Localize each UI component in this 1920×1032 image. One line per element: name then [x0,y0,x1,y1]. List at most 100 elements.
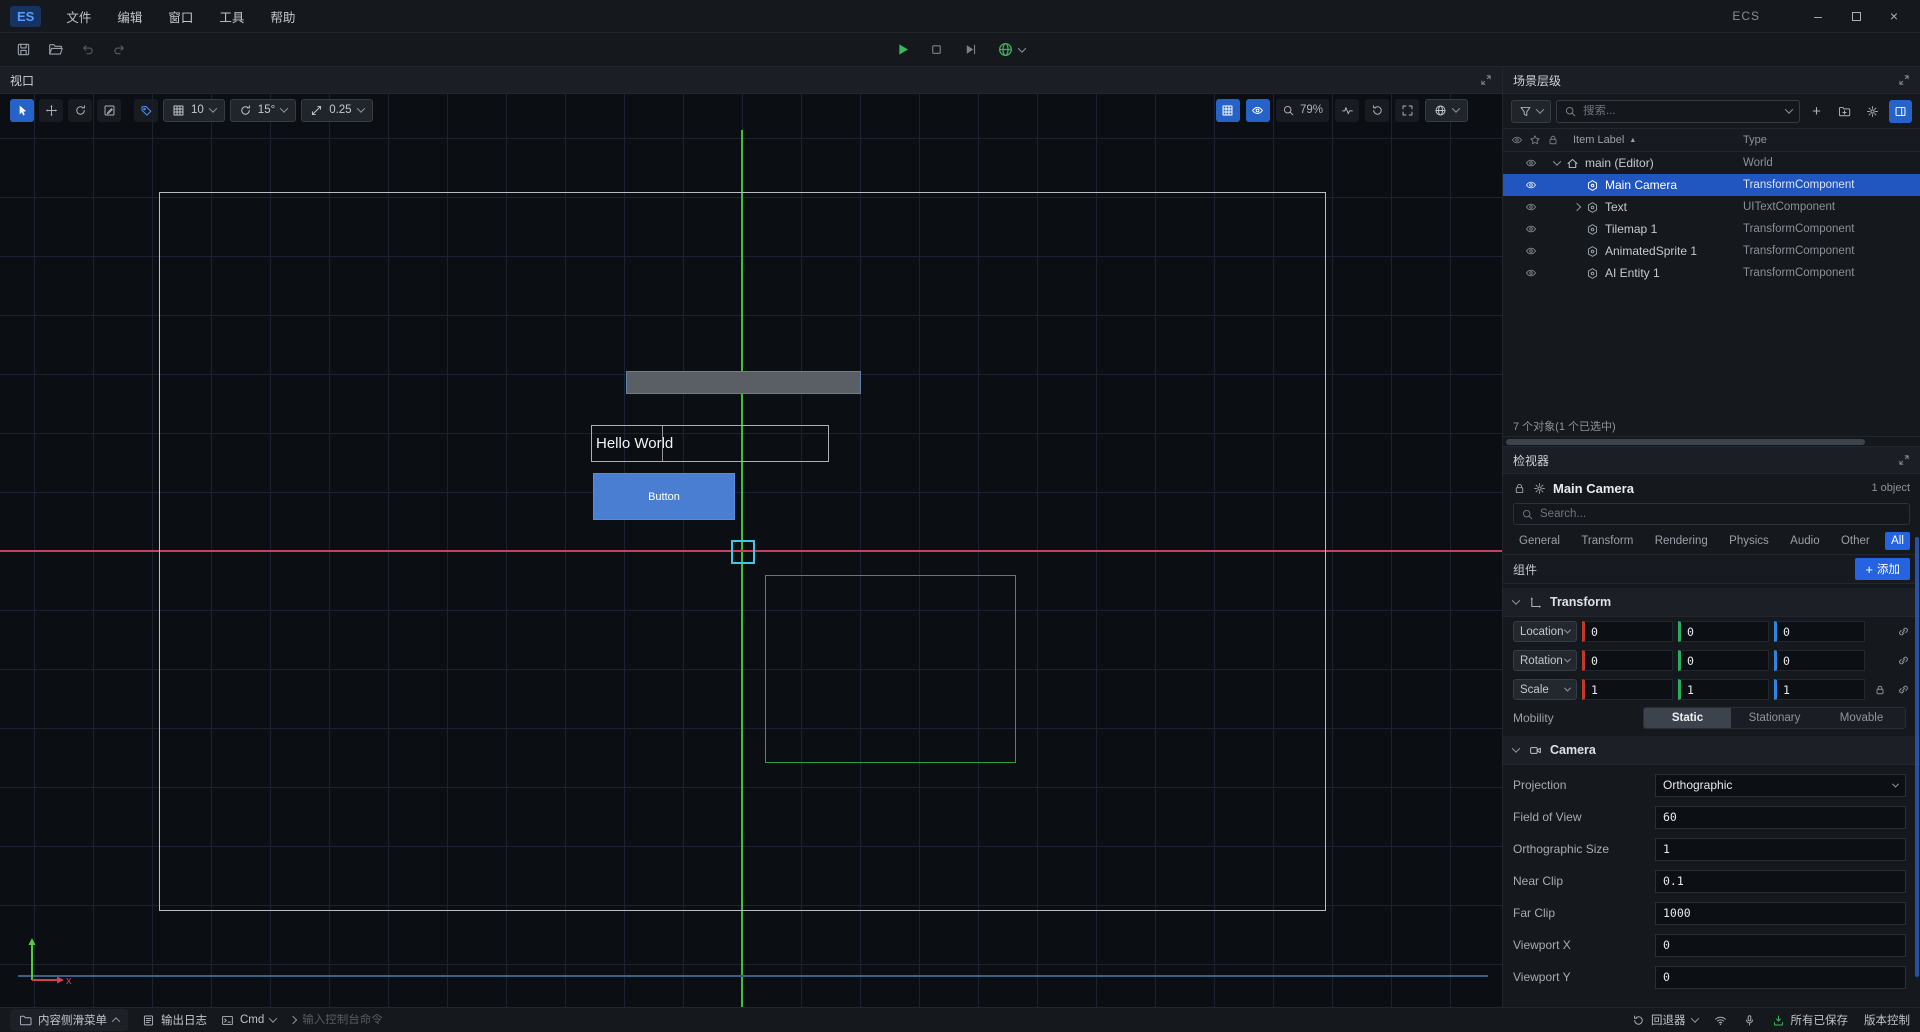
scrollbar-thumb[interactable] [1506,439,1865,445]
menu-window[interactable]: 窗口 [155,2,206,31]
stats-button[interactable] [1335,99,1359,122]
tree-row-ai-entity[interactable]: AI Entity 1 TransformComponent [1503,262,1920,284]
rotation-z-input[interactable] [1774,650,1865,671]
maximize-button[interactable] [1840,4,1872,28]
visibility-column-icon[interactable] [1511,134,1523,146]
content-drawer-button[interactable]: 内容侧滑菜单 [10,1009,128,1031]
fullscreen-button[interactable] [1395,99,1419,122]
tab-general[interactable]: General [1513,532,1566,550]
network-globe-button[interactable] [991,38,1031,62]
rotation-y-input[interactable] [1678,650,1769,671]
console-command-field[interactable] [290,1014,482,1026]
hierarchy-settings-button[interactable] [1861,100,1884,123]
mobility-movable[interactable]: Movable [1818,708,1905,728]
hierarchy-search-input[interactable] [1583,105,1780,117]
location-z-input[interactable] [1774,621,1865,642]
move-tool-button[interactable] [39,99,63,122]
item-label-column[interactable]: Item Label▲ [1573,134,1636,146]
type-column[interactable]: Type [1743,134,1767,146]
console-command-input[interactable] [302,1014,482,1026]
selection-pivot[interactable] [731,540,755,564]
version-control-button[interactable]: 版本控制 [1864,1012,1910,1028]
open-folder-button[interactable] [42,38,68,62]
world-globe-dropdown[interactable] [1425,99,1468,122]
play-button[interactable] [889,38,915,62]
tab-rendering[interactable]: Rendering [1649,532,1714,550]
reset-view-button[interactable] [1365,99,1389,122]
minimize-button[interactable]: – [1802,4,1834,28]
tab-audio[interactable]: Audio [1784,532,1825,550]
mobility-stationary[interactable]: Stationary [1731,708,1818,728]
visibility-eye-icon[interactable] [1525,157,1537,169]
sidebar-vertical-scrollbar[interactable] [1914,67,1920,1007]
menu-file[interactable]: 文件 [53,2,104,31]
far-clip-input[interactable] [1655,902,1906,925]
projection-select[interactable]: Orthographic [1655,774,1906,797]
tree-row-animatedsprite[interactable]: AnimatedSprite 1 TransformComponent [1503,240,1920,262]
scale-y-input[interactable] [1678,679,1769,700]
expand-panel-icon[interactable] [1898,74,1910,86]
visibility-toggle-button[interactable] [1246,99,1270,122]
rollback-dropdown[interactable]: 回退器 [1632,1012,1698,1028]
hierarchy-horizontal-scrollbar[interactable] [1503,436,1920,446]
tree-row-main-camera[interactable]: Main Camera TransformComponent [1503,174,1920,196]
add-entity-button[interactable]: + [1805,100,1828,123]
link-icon[interactable] [1897,654,1910,667]
text-widget[interactable]: Hello World [591,425,829,462]
button-widget[interactable]: Button [593,473,735,520]
scale-z-input[interactable] [1774,679,1865,700]
orthographic-size-input[interactable] [1655,838,1906,861]
tab-other[interactable]: Other [1835,532,1876,550]
zoom-indicator[interactable]: 79% [1276,99,1329,122]
tree-row-tilemap[interactable]: Tilemap 1 TransformComponent [1503,218,1920,240]
near-clip-input[interactable] [1655,870,1906,893]
lock-icon[interactable] [1513,482,1526,495]
field-of-view-input[interactable] [1655,806,1906,829]
tab-all[interactable]: All [1885,532,1910,550]
visibility-eye-icon[interactable] [1525,245,1537,257]
inspector-search-input[interactable] [1540,508,1902,520]
cmd-dropdown[interactable]: Cmd [221,1014,276,1027]
scale-dropdown[interactable]: Scale [1513,679,1577,700]
transform-section-header[interactable]: Transform [1503,588,1920,617]
rotation-snap-dropdown[interactable]: 15° [230,99,296,122]
network-status-icon[interactable] [1714,1014,1727,1027]
select-tool-button[interactable] [10,99,34,122]
close-button[interactable]: × [1878,4,1910,28]
scale-snap-dropdown[interactable]: 0.25 [301,99,372,122]
scale-lock-icon[interactable] [1874,684,1886,696]
tab-physics[interactable]: Physics [1723,532,1775,550]
scale-tool-button[interactable] [97,99,121,122]
output-log-button[interactable]: 输出日志 [142,1012,207,1028]
visibility-eye-icon[interactable] [1525,267,1537,279]
add-component-button[interactable]: + 添加 [1855,558,1910,580]
menu-help[interactable]: 帮助 [257,2,308,31]
redo-button[interactable] [106,38,132,62]
step-button[interactable] [957,38,983,62]
stop-button[interactable] [923,38,949,62]
visibility-eye-icon[interactable] [1525,179,1537,191]
link-icon[interactable] [1897,625,1910,638]
slider-widget[interactable] [626,371,861,394]
scrollbar-thumb[interactable] [1915,537,1919,977]
tree-row-text[interactable]: Text UITextComponent [1503,196,1920,218]
grid-snap-dropdown[interactable]: 10 [163,99,225,122]
favorite-column-icon[interactable] [1529,134,1541,146]
menu-edit[interactable]: 编辑 [104,2,155,31]
viewport-y-input[interactable] [1655,966,1906,989]
mobility-static[interactable]: Static [1644,708,1731,728]
link-icon[interactable] [1897,683,1910,696]
new-folder-button[interactable] [1833,100,1856,123]
undo-button[interactable] [74,38,100,62]
visibility-eye-icon[interactable] [1525,201,1537,213]
location-y-input[interactable] [1678,621,1769,642]
microphone-icon[interactable] [1743,1014,1756,1027]
filter-button[interactable] [1511,100,1551,123]
lock-column-icon[interactable] [1547,134,1559,146]
location-dropdown[interactable]: Location [1513,621,1577,642]
expand-panel-icon[interactable] [1898,454,1910,466]
rotation-x-input[interactable] [1582,650,1673,671]
viewport-canvas[interactable]: 10 15° 0.25 [0,94,1502,1007]
viewport-x-input[interactable] [1655,934,1906,957]
rotation-dropdown[interactable]: Rotation [1513,650,1577,671]
